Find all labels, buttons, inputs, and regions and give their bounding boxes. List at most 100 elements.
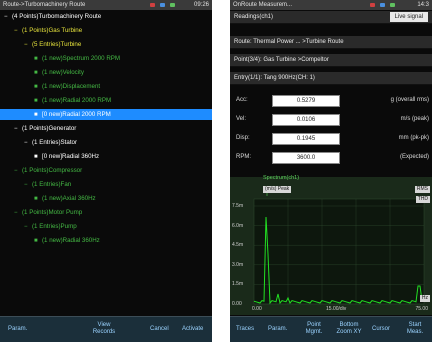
point-label: Point(3/4): Gas Turbine >Compeltor xyxy=(234,57,329,63)
right-phone-screen: OnRoute Measurem... 14:3 Readings(ch1) L… xyxy=(230,0,432,342)
thd-tag: THD xyxy=(415,196,430,203)
right-clock: 14:3 xyxy=(417,2,429,8)
tree-item[interactable]: ■ (1 new)Velocity xyxy=(34,67,84,78)
spectrum-plot[interactable]: Spectrum(ch1) (m/s) Peak RMS THD Hz 7.5m… xyxy=(230,175,432,315)
tree-item-label: (1 new)Velocity xyxy=(42,69,84,76)
measurement-value: 0.1945 xyxy=(272,133,340,145)
tree-item[interactable]: − (1 Entries)Pump xyxy=(24,221,77,232)
measurement-label: Acc: xyxy=(236,97,248,103)
collapse-icon: − xyxy=(4,14,8,20)
right-status-bar: OnRoute Measurem... 14:3 xyxy=(230,0,432,10)
tree-item[interactable]: ■ (1 new)Radial 2000 RPM xyxy=(34,95,111,106)
tree-item[interactable]: ■ [0 new]Radial 360Hz xyxy=(34,151,99,162)
cancel-button[interactable]: Cancel xyxy=(150,326,169,333)
tree-item[interactable]: − (5 Entries)Turbine xyxy=(24,39,81,50)
y-tick-label: 3.0m xyxy=(232,261,244,268)
wifi-icon xyxy=(160,3,165,7)
param-button[interactable]: Param. xyxy=(8,326,27,333)
measurement-unit: g (overall rms) xyxy=(390,97,429,103)
collapse-icon: − xyxy=(14,126,18,132)
tree-item[interactable]: − (1 Points)Gas Turbine xyxy=(14,25,82,36)
readings-row: Readings(ch1) Live signal xyxy=(230,11,432,24)
activate-button[interactable]: Activate xyxy=(182,326,203,333)
measurement-unit: (Expected) xyxy=(399,154,429,160)
notification-icon xyxy=(370,3,375,7)
tree-item[interactable]: − (1 Entries)Stator xyxy=(24,137,77,148)
y-tick-label: 7.5m xyxy=(232,203,244,209)
left-clock: 09:26 xyxy=(193,2,209,8)
tree-item[interactable]: − (4 Points)Turbomachinery Route xyxy=(4,11,101,22)
tree-item-label: (1 new)Displacement xyxy=(42,83,101,90)
tree-item-label: (1 Points)Compressor xyxy=(22,167,83,174)
battery-icon xyxy=(390,3,395,7)
tree-item[interactable]: − (1 Entries)Fan xyxy=(24,179,71,190)
collapse-icon: − xyxy=(14,210,18,216)
spectrum-legend: (m/s) Peak xyxy=(263,186,292,193)
y-tick-label: 4.5m xyxy=(232,242,244,249)
start-meas-button[interactable]: Start Meas. xyxy=(402,322,428,336)
x-tick-div: 15.00/div xyxy=(326,306,347,312)
tree-item-label: [0 new]Radial 360Hz xyxy=(42,153,100,160)
measurement-label: Vel: xyxy=(236,116,247,122)
rms-tag: RMS xyxy=(414,186,430,193)
traces-button[interactable]: Traces xyxy=(236,326,254,333)
record-icon: ■ xyxy=(34,84,38,90)
collapse-icon: − xyxy=(24,182,28,188)
tree-item-label: (4 Points)Turbomachinery Route xyxy=(12,13,102,20)
hz-tag: Hz xyxy=(419,295,430,302)
right-screen-title: OnRoute Measurem... xyxy=(233,2,293,8)
spectrum-svg xyxy=(253,191,425,305)
record-icon: ■ xyxy=(34,154,38,160)
tree-item[interactable]: − (1 Points)Motor Pump xyxy=(14,207,82,218)
measurement-unit: mm (pk-pk) xyxy=(398,135,429,141)
collapse-icon: − xyxy=(24,140,28,146)
tree-item[interactable]: ■ [0 new)Radial 2000 RPM xyxy=(0,109,212,120)
battery-icon xyxy=(170,3,175,7)
record-icon: ■ xyxy=(34,70,38,76)
tree-item-label: (1 Points)Gas Turbine xyxy=(22,27,83,34)
collapse-icon: − xyxy=(14,28,18,34)
record-icon: ■ xyxy=(34,196,38,202)
left-screen-title: Route->Turbomachinery Route xyxy=(3,2,86,8)
tree-item-label: (5 Entries)Turbine xyxy=(32,41,82,48)
live-signal-button[interactable]: Live signal xyxy=(389,12,428,22)
plot-area xyxy=(253,198,425,305)
measurement-label: Disp: xyxy=(236,135,250,141)
tree-item[interactable]: ■ (1 new)Radial 360Hz xyxy=(34,235,100,246)
notification-icon xyxy=(150,3,155,7)
wifi-icon xyxy=(380,3,385,7)
cursor-button[interactable]: Cursor xyxy=(372,326,390,333)
tree-item[interactable]: ■ (1 new)Spectrum 2000 RPM xyxy=(34,53,120,64)
collapse-icon: − xyxy=(14,168,18,174)
tree-item-label: (1 new)Spectrum 2000 RPM xyxy=(42,55,121,62)
left-phone-screen: Route->Turbomachinery Route 09:26 − (4 Po… xyxy=(0,0,212,342)
tree-item[interactable]: − (1 Points)Compressor xyxy=(14,165,82,176)
readings-label: Readings(ch1) xyxy=(234,14,274,20)
collapse-icon: − xyxy=(24,224,28,230)
measurement-value: 0.5279 xyxy=(272,95,340,107)
measurement-row: Disp: 0.1945 mm (pk-pk) xyxy=(230,131,432,145)
tree-item-label: (1 new)Axial 360Hz xyxy=(42,195,96,202)
point-mgmt-button[interactable]: Point Mgmt. xyxy=(302,322,326,336)
tree-item-label: (1 Entries)Pump xyxy=(32,223,77,230)
record-icon: ■ xyxy=(34,112,38,118)
measurement-label: RPM: xyxy=(236,154,251,160)
spectrum-title: Spectrum(ch1) xyxy=(263,175,300,181)
y-tick-label: 6.0m xyxy=(232,222,244,229)
left-bottom-bar: Param. View Records Cancel Activate xyxy=(0,316,212,342)
record-icon: ■ xyxy=(34,98,38,104)
measurement-value: 0.0106 xyxy=(272,114,340,126)
record-icon: ■ xyxy=(34,56,38,62)
tree-item-label: (1 Points)Generator xyxy=(22,125,77,132)
measurement-row: Vel: 0.0106 m/s (peak) xyxy=(230,112,432,126)
view-records-button[interactable]: View Records xyxy=(90,322,118,336)
tree-item[interactable]: ■ (1 new)Axial 360Hz xyxy=(34,193,96,204)
route-row: Route: Thermal Power ... >Turbine Route xyxy=(230,36,432,49)
tree-item[interactable]: − (1 Points)Generator xyxy=(14,123,76,134)
tree-item[interactable]: ■ (1 new)Displacement xyxy=(34,81,100,92)
bottom-zoom-button[interactable]: Bottom Zoom XY xyxy=(334,322,364,336)
x-tick-start: 0.00 xyxy=(252,306,262,312)
collapse-icon: − xyxy=(24,42,28,48)
param-button-right[interactable]: Param. xyxy=(268,326,287,333)
tree-item-label: (1 Points)Motor Pump xyxy=(22,209,83,216)
